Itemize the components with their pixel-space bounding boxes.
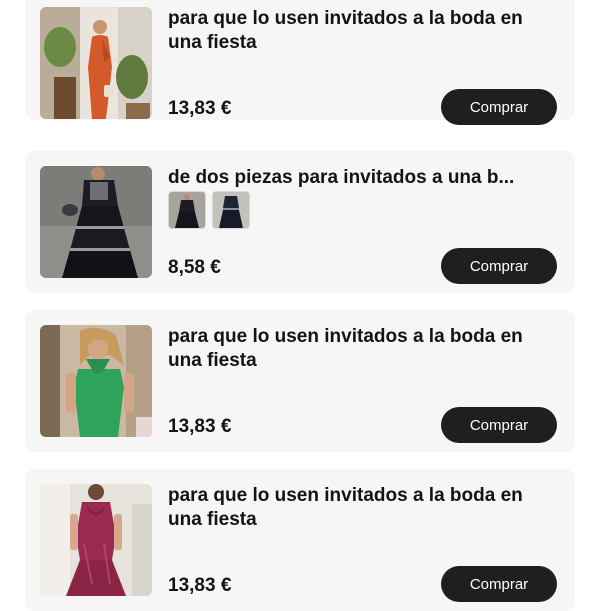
product-image[interactable] — [40, 484, 152, 596]
variant-thumbnail[interactable] — [168, 191, 206, 229]
buy-button[interactable]: Comprar — [441, 248, 557, 284]
product-price: 13,83 € — [168, 575, 232, 596]
product-photo-orange-dress — [40, 7, 152, 119]
product-image[interactable] — [40, 325, 152, 437]
product-card[interactable]: para que lo usen invitados a la boda en … — [25, 469, 575, 611]
product-title[interactable]: para que lo usen invitados a la boda en … — [168, 484, 558, 532]
product-price: 13,83 € — [168, 98, 232, 119]
product-image[interactable] — [40, 7, 152, 119]
product-photo-black-two-piece — [40, 166, 152, 278]
buy-button[interactable]: Comprar — [441, 407, 557, 443]
variant-photo-black — [169, 192, 205, 228]
product-price: 8,58 € — [168, 257, 221, 278]
product-price: 13,83 € — [168, 416, 232, 437]
product-photo-green-dress — [40, 325, 152, 437]
product-card[interactable]: para que lo usen invitados a la boda en … — [25, 0, 575, 125]
product-image[interactable] — [40, 166, 152, 278]
buy-button[interactable]: Comprar — [441, 566, 557, 602]
product-title[interactable]: para que lo usen invitados a la boda en … — [168, 325, 558, 373]
variant-selector — [168, 191, 250, 229]
product-title[interactable]: de dos piezas para invitados a una b... — [168, 166, 558, 190]
buy-button[interactable]: Comprar — [441, 89, 557, 125]
variant-thumbnail[interactable] — [212, 191, 250, 229]
product-list: para que lo usen invitados a la boda en … — [0, 0, 600, 611]
variant-photo-navy — [213, 192, 249, 228]
product-title[interactable]: para que lo usen invitados a la boda en … — [168, 7, 558, 55]
product-card[interactable]: de dos piezas para invitados a una b... — [25, 151, 575, 293]
product-card[interactable]: para que lo usen invitados a la boda en … — [25, 310, 575, 452]
product-photo-burgundy-dress — [40, 484, 152, 596]
